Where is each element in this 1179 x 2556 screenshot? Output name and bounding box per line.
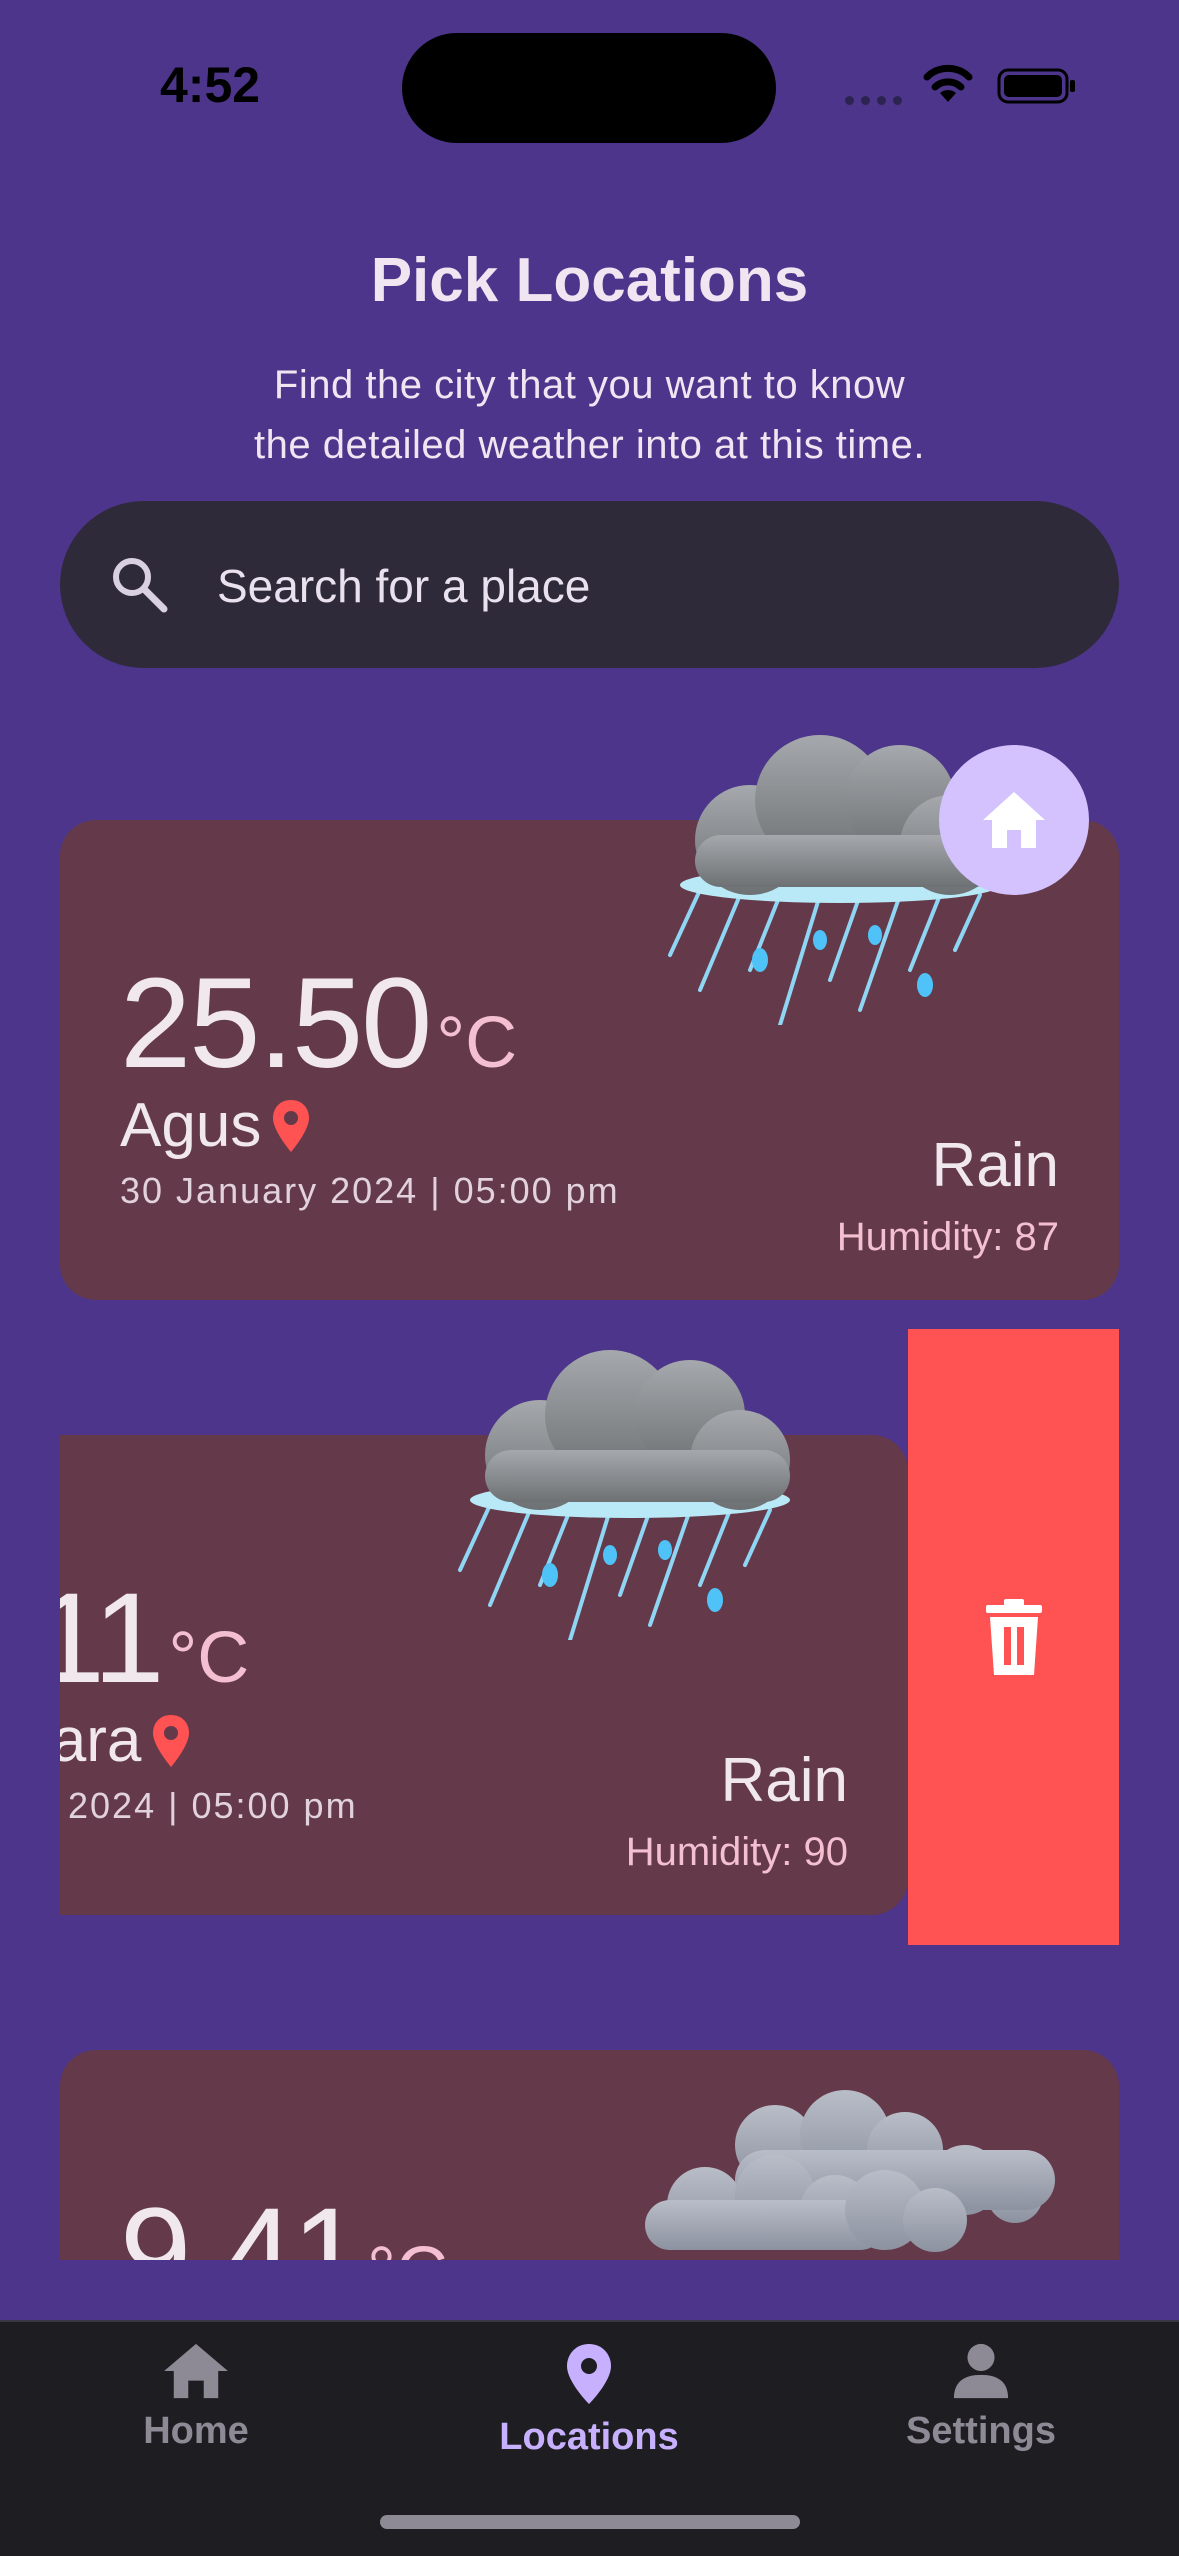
- city-row: ntara: [60, 1705, 191, 1776]
- temperature: 9.41°C: [120, 2180, 448, 2260]
- home-indicator[interactable]: [380, 2515, 800, 2529]
- location-pin-icon: [567, 2344, 611, 2404]
- search-input[interactable]: Search for a place: [60, 501, 1119, 668]
- dynamic-island: [402, 33, 776, 143]
- page-title: Pick Locations: [370, 246, 809, 315]
- location-pin-icon: [273, 1099, 310, 1152]
- search-icon: [113, 558, 168, 613]
- home-icon: [983, 792, 1045, 848]
- set-home-button[interactable]: [939, 745, 1089, 895]
- weather-condition: Rain: [720, 1746, 848, 1815]
- page-subtitle: Find the city that you want to know the …: [0, 355, 1179, 475]
- trash-icon: [985, 1599, 1042, 1675]
- nav-item-settings[interactable]: Settings: [831, 2342, 1131, 2453]
- date-time: ary 2024 | 05:00 pm: [60, 1785, 358, 1826]
- nav-item-locations[interactable]: Locations: [439, 2342, 739, 2459]
- temperature-unit: °C: [168, 1618, 250, 1698]
- city-row: Agus: [120, 1090, 311, 1161]
- humidity: Humidity: 87: [836, 1215, 1059, 1259]
- nav-item-home[interactable]: Home: [46, 2342, 346, 2453]
- temperature-unit: °C: [367, 2233, 448, 2260]
- wifi-icon: [923, 64, 973, 102]
- battery-icon: [997, 68, 1075, 104]
- delete-location-button[interactable]: [908, 1329, 1119, 1945]
- status-time: 4:52: [160, 57, 261, 113]
- locations-list[interactable]: 25.50°C Agus 30 January 2024 | 05:00 pm …: [60, 700, 1119, 2260]
- person-icon: [953, 2343, 1009, 2399]
- location-pin-icon: [153, 1714, 190, 1767]
- temperature: .11°C: [60, 1565, 249, 1712]
- subtitle-line-2: the detailed weather into at this time.: [254, 423, 925, 467]
- search-placeholder: Search for a place: [217, 560, 591, 612]
- nav-label-settings: Settings: [906, 2410, 1056, 2452]
- temperature-value: .11: [60, 1567, 164, 1710]
- city-name: Agus: [120, 1091, 262, 1160]
- nav-label-home: Home: [143, 2410, 249, 2452]
- rain-cloud-icon: [458, 1350, 790, 1640]
- weather-condition: Rain: [931, 1131, 1059, 1200]
- date-time: 30 January 2024 | 05:00 pm: [120, 1170, 620, 1211]
- temperature-value: 25.50: [120, 952, 432, 1095]
- humidity: Humidity: 90: [625, 1830, 848, 1874]
- nav-label-locations: Locations: [499, 2416, 679, 2458]
- location-card[interactable]: 9.41°C: [60, 2050, 1119, 2260]
- city-name: ntara: [60, 1706, 142, 1775]
- temperature-value: 9.41: [120, 2182, 363, 2260]
- temperature-unit: °C: [436, 1003, 518, 1083]
- clouds-icon: [645, 2090, 1055, 2252]
- subtitle-line-1: Find the city that you want to know: [273, 363, 906, 407]
- temperature: 25.50°C: [120, 950, 517, 1097]
- home-icon: [164, 2343, 228, 2399]
- cellular-signal-icon: [845, 96, 905, 106]
